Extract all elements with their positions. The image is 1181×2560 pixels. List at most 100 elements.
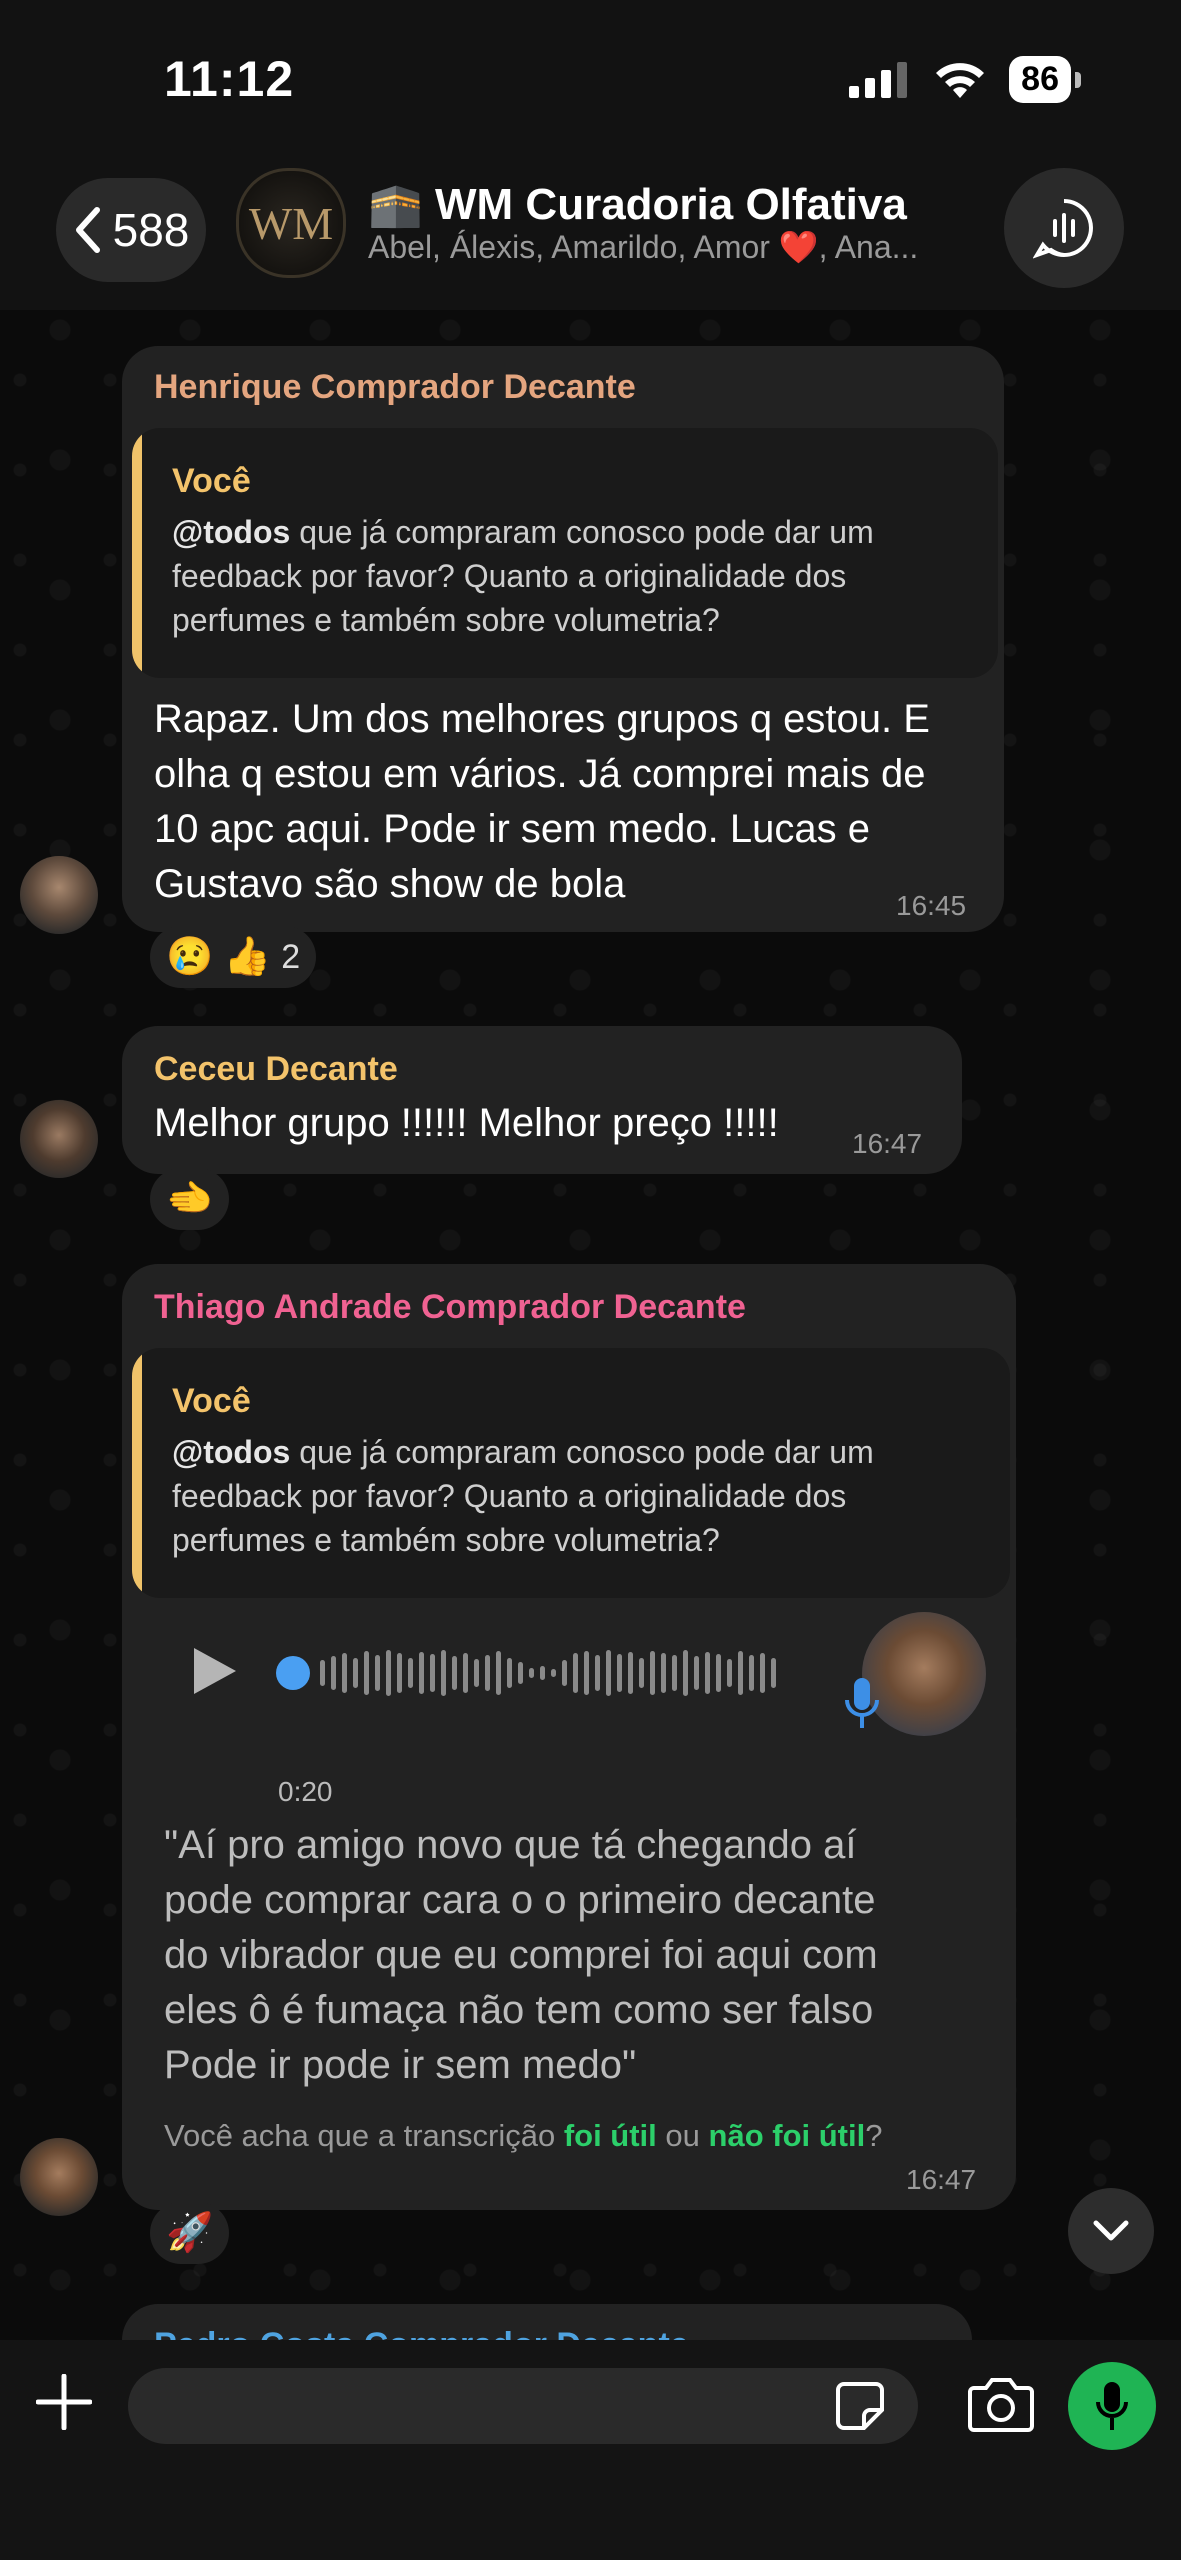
sender-avatar[interactable] <box>20 856 98 934</box>
quote-author: Você <box>172 1382 251 1420</box>
home-indicator-area <box>0 2464 1181 2560</box>
audio-waveform[interactable] <box>320 1648 810 1698</box>
transcription-feedback: Você acha que a transcrição foi útil ou … <box>164 2118 882 2154</box>
waveform-bar <box>738 1651 743 1695</box>
group-members[interactable]: Abel, Álexis, Amarildo, Amor ❤️, Ana... <box>368 228 968 266</box>
wifi-icon <box>936 62 985 98</box>
status-time: 11:12 <box>164 51 295 107</box>
waveform-bar <box>474 1659 479 1687</box>
scroll-to-bottom-button[interactable] <box>1068 2188 1154 2274</box>
waveform-bar <box>540 1666 545 1680</box>
waveform-bar <box>529 1668 534 1678</box>
message-time: 16:47 <box>906 2164 977 2195</box>
feedback-prefix: Você acha que a transcrição <box>164 2118 564 2153</box>
quoted-message[interactable]: Você @todos que já compraram conosco pod… <box>132 428 998 678</box>
battery-level: 86 <box>1009 56 1081 103</box>
play-icon[interactable] <box>190 1644 240 1698</box>
waveform-bar <box>617 1654 622 1692</box>
waveform-bar <box>551 1669 556 1677</box>
waveform-bar <box>507 1658 512 1688</box>
waveform-bar <box>760 1653 765 1693</box>
waveform-bar <box>606 1650 611 1696</box>
message-time: 16:45 <box>896 890 967 921</box>
waveform-bar <box>650 1651 655 1695</box>
plus-icon <box>36 2374 92 2430</box>
unread-count: 588 <box>112 204 190 256</box>
waveform-bar <box>452 1656 457 1690</box>
sender-avatar[interactable] <box>20 2138 98 2216</box>
waveform-bar <box>419 1652 424 1694</box>
message-line: Rapaz. Um dos melhores grupos q estou. E <box>154 697 930 741</box>
status-icons: 86 <box>849 56 1081 103</box>
voice-chat-button[interactable] <box>1004 168 1124 288</box>
feedback-or: ou <box>656 2118 709 2153</box>
message-reactions[interactable]: 🫲 <box>150 1168 230 1230</box>
waveform-bar <box>408 1658 413 1688</box>
feedback-not-useful-link[interactable]: não foi útil <box>709 2118 866 2153</box>
waveform-bar <box>672 1655 677 1691</box>
waveform-bar <box>716 1654 721 1692</box>
group-avatar[interactable]: WM <box>236 168 346 278</box>
waveform-bar <box>441 1650 446 1696</box>
message-line: 10 apc aqui. Pode ir sem medo. Lucas e <box>154 807 870 851</box>
message-sender[interactable]: Henrique Comprador Decante <box>154 368 636 407</box>
waveform-bar <box>584 1651 589 1695</box>
voice-waveform-icon <box>1033 199 1093 259</box>
cellular-signal-icon <box>849 61 908 98</box>
message-text: Melhor grupo !!!!!! Melhor preço !!!!! <box>154 1101 779 1145</box>
chevron-down-icon <box>1093 2220 1129 2241</box>
quote-author: Você <box>172 462 251 500</box>
waveform-bar <box>386 1650 391 1696</box>
quoted-message[interactable]: Você @todos que já compraram conosco pod… <box>132 1348 1010 1598</box>
message-line: olha q estou em vários. Já comprei mais … <box>154 752 926 796</box>
reaction-count: 2 <box>281 937 301 976</box>
waveform-bar <box>375 1655 380 1691</box>
transcription-line: do vibrador que eu comprei foi aqui com <box>164 1933 878 1977</box>
message-sender[interactable]: Thiago Andrade Comprador Decante <box>154 1288 746 1327</box>
message-reactions[interactable]: 🚀 <box>150 2202 230 2264</box>
message-input[interactable] <box>128 2368 918 2444</box>
audio-transcription: "Aí pro amigo novo que tá chegando aí po… <box>164 1818 984 2093</box>
waveform-bar <box>694 1656 699 1690</box>
audio-duration: 0:20 <box>278 1776 333 1807</box>
waveform-bar <box>397 1653 402 1693</box>
group-avatar-monogram: WM <box>248 197 334 249</box>
quote-accent-bar <box>132 428 142 678</box>
attach-button[interactable] <box>34 2372 94 2432</box>
group-title[interactable]: 🕋 WM Curadoria Olfativa <box>368 178 907 230</box>
message-line: Gustavo são show de bola <box>154 862 626 906</box>
quote-mention: @todos <box>172 1434 291 1470</box>
waveform-bar <box>562 1660 567 1686</box>
voice-record-button[interactable] <box>1068 2362 1156 2450</box>
reaction-emojis: 😢 👍 <box>166 936 272 978</box>
quote-text: @todos que já compraram conosco pode dar… <box>172 510 932 642</box>
microphone-icon <box>1096 2382 1128 2430</box>
message-sender[interactable]: Ceceu Decante <box>154 1050 398 1089</box>
waveform-bar <box>705 1652 710 1694</box>
chevron-left-icon <box>75 207 100 253</box>
waveform-bar <box>683 1650 688 1696</box>
waveform-bar <box>727 1659 732 1687</box>
transcription-line: eles ô é fumaça não tem como ser falso <box>164 1988 874 2032</box>
waveform-bar <box>496 1651 501 1695</box>
waveform-bar <box>320 1660 325 1686</box>
waveform-bar <box>353 1658 358 1688</box>
waveform-bar <box>430 1654 435 1692</box>
waveform-bar <box>771 1658 776 1688</box>
waveform-bar <box>639 1658 644 1688</box>
camera-icon[interactable] <box>966 2374 1036 2434</box>
waveform-bar <box>518 1662 523 1684</box>
waveform-bar <box>485 1655 490 1691</box>
audio-progress-dot[interactable] <box>276 1656 310 1690</box>
feedback-useful-link[interactable]: foi útil <box>564 2118 657 2153</box>
back-button[interactable]: 588 <box>56 178 206 282</box>
waveform-bar <box>628 1652 633 1694</box>
waveform-bar <box>331 1656 336 1690</box>
message-reactions[interactable]: 😢 👍 2 <box>150 926 317 988</box>
sticker-icon[interactable] <box>834 2380 886 2432</box>
waveform-bar <box>661 1653 666 1693</box>
quote-accent-bar <box>132 1348 142 1598</box>
transcription-line: pode comprar cara o o primeiro decante <box>164 1878 876 1922</box>
sender-avatar[interactable] <box>20 1100 98 1178</box>
transcription-line: Pode ir pode ir sem medo" <box>164 2043 637 2087</box>
